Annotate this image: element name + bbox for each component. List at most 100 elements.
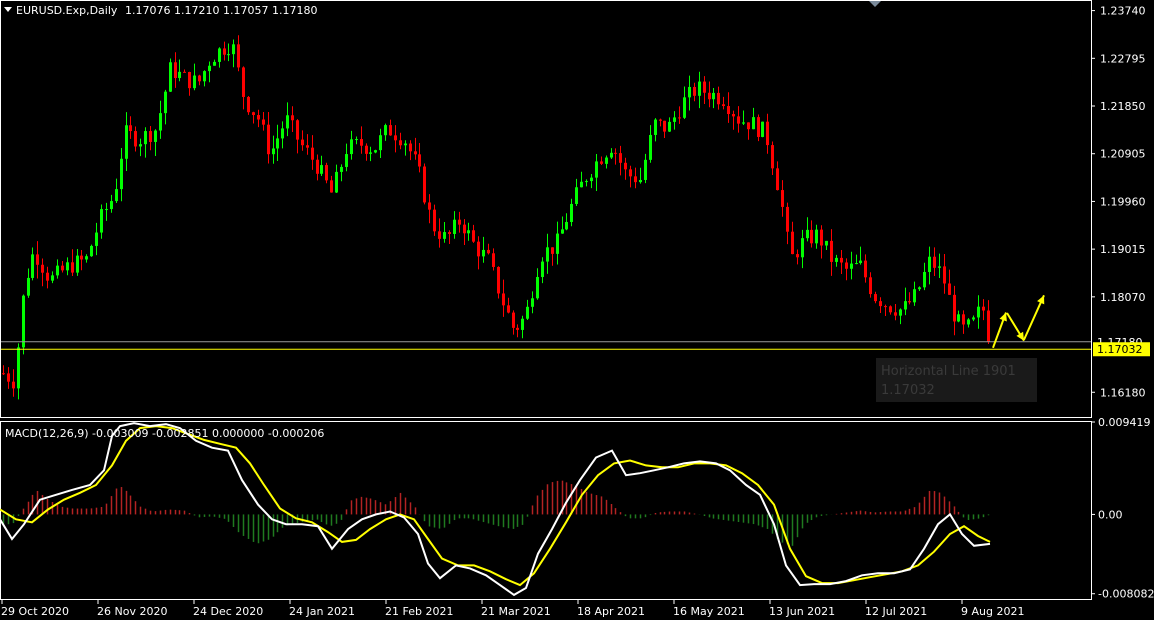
dropdown-triangle-icon[interactable] bbox=[4, 7, 12, 12]
candle-body bbox=[634, 176, 637, 183]
candle-body bbox=[164, 91, 167, 114]
candle-body bbox=[306, 145, 309, 148]
candle-body bbox=[977, 306, 980, 318]
candle-body bbox=[174, 62, 177, 79]
candle-body bbox=[619, 153, 622, 163]
macd-header: MACD(12,26,9) -0.003009 -0.002851 0.0000… bbox=[5, 427, 324, 440]
candle-body bbox=[237, 44, 240, 68]
price-tick-label: 1.22795 bbox=[1100, 52, 1146, 65]
candle-body bbox=[855, 263, 858, 265]
price-tick-label: 1.16180 bbox=[1100, 386, 1146, 399]
macd-histogram bbox=[2, 480, 990, 546]
candle-body bbox=[110, 201, 113, 210]
candle-body bbox=[722, 104, 725, 107]
candle-body bbox=[654, 119, 657, 135]
candle-body bbox=[683, 97, 686, 118]
candle-body bbox=[178, 71, 181, 79]
candle-body bbox=[218, 48, 221, 62]
candle-body bbox=[183, 71, 186, 73]
candle-body bbox=[884, 306, 887, 308]
hline-price-label: 1.17032 bbox=[1097, 343, 1143, 356]
candle-body bbox=[467, 230, 470, 234]
candle-body bbox=[51, 275, 54, 281]
projection-arrows[interactable] bbox=[992, 294, 1045, 349]
candle-body bbox=[169, 62, 172, 92]
candle-body bbox=[7, 373, 10, 382]
candle-body bbox=[610, 152, 613, 158]
candle-body bbox=[962, 314, 965, 325]
candle-body bbox=[708, 92, 711, 100]
candle-body bbox=[46, 272, 49, 281]
candle-body bbox=[678, 117, 681, 119]
candle-body bbox=[830, 240, 833, 262]
candle-body bbox=[776, 168, 779, 191]
candle-body bbox=[120, 158, 123, 190]
candle-body bbox=[953, 294, 956, 322]
chart-shift-marker-icon[interactable] bbox=[869, 1, 881, 7]
candle-body bbox=[536, 277, 539, 299]
candle-body bbox=[908, 301, 911, 303]
macd-main-line bbox=[0, 422, 991, 597]
candle-body bbox=[320, 165, 323, 174]
candle-body bbox=[95, 232, 98, 246]
candle-body bbox=[213, 61, 216, 66]
price-tick-label: 1.23740 bbox=[1100, 5, 1146, 18]
tooltip-line2: 1.17032 bbox=[881, 383, 935, 398]
candle-body bbox=[771, 145, 774, 169]
candle-body bbox=[463, 224, 466, 234]
candle-body bbox=[786, 206, 789, 232]
candle-body bbox=[923, 272, 926, 288]
candle-body bbox=[144, 131, 147, 145]
candle-body bbox=[742, 122, 745, 124]
candle-body bbox=[149, 131, 152, 142]
candle-body bbox=[418, 154, 421, 167]
candle-body bbox=[399, 140, 402, 146]
candle-body bbox=[414, 151, 417, 155]
date-tick-label: 24 Jan 2021 bbox=[289, 605, 355, 618]
date-tick-label: 9 Aug 2021 bbox=[961, 605, 1024, 618]
candle-body bbox=[933, 256, 936, 268]
candle-body bbox=[154, 130, 157, 142]
candle-body bbox=[232, 44, 235, 55]
date-tick-label: 16 May 2021 bbox=[673, 605, 745, 618]
macd-tick-label: -0.008082 bbox=[1098, 588, 1154, 601]
candle-body bbox=[659, 119, 662, 121]
candle-body bbox=[198, 75, 201, 82]
candle-body bbox=[340, 166, 343, 172]
candle-body bbox=[247, 96, 250, 113]
candle-body bbox=[296, 120, 299, 140]
candle-body bbox=[448, 232, 451, 234]
candle-body bbox=[913, 289, 916, 303]
candle-body bbox=[967, 319, 970, 325]
candle-body bbox=[56, 265, 59, 276]
candle-body bbox=[482, 249, 485, 257]
candle-body bbox=[796, 254, 799, 258]
candle-body bbox=[737, 116, 740, 124]
candle-body bbox=[889, 306, 892, 313]
trading-chart[interactable]: 1.23740 1.22795 1.21850 1.20905 1.19960 1.190… bbox=[0, 0, 1154, 620]
price-panel-frame bbox=[0, 0, 1092, 418]
candle-body bbox=[757, 117, 760, 137]
candle-body bbox=[928, 256, 931, 273]
candle-body bbox=[717, 92, 720, 105]
candle-body bbox=[791, 231, 794, 255]
date-tick-label: 21 Mar 2021 bbox=[481, 605, 551, 618]
candle-body bbox=[507, 305, 510, 313]
candle-body bbox=[389, 125, 392, 136]
candle-body bbox=[12, 381, 15, 389]
candle-body bbox=[193, 75, 196, 89]
candle-body bbox=[766, 121, 769, 146]
candle-body bbox=[835, 257, 838, 262]
candle-body bbox=[350, 139, 353, 155]
candle-body bbox=[561, 229, 564, 234]
candle-body bbox=[840, 257, 843, 263]
candle-body bbox=[806, 229, 809, 239]
candle-body bbox=[629, 169, 632, 177]
candle-body bbox=[369, 152, 372, 154]
candle-body bbox=[810, 229, 813, 244]
candle-body bbox=[521, 318, 524, 330]
candle-body bbox=[565, 221, 568, 230]
candle-body bbox=[938, 266, 941, 268]
candle-body bbox=[825, 240, 828, 246]
candle-body bbox=[115, 189, 118, 202]
